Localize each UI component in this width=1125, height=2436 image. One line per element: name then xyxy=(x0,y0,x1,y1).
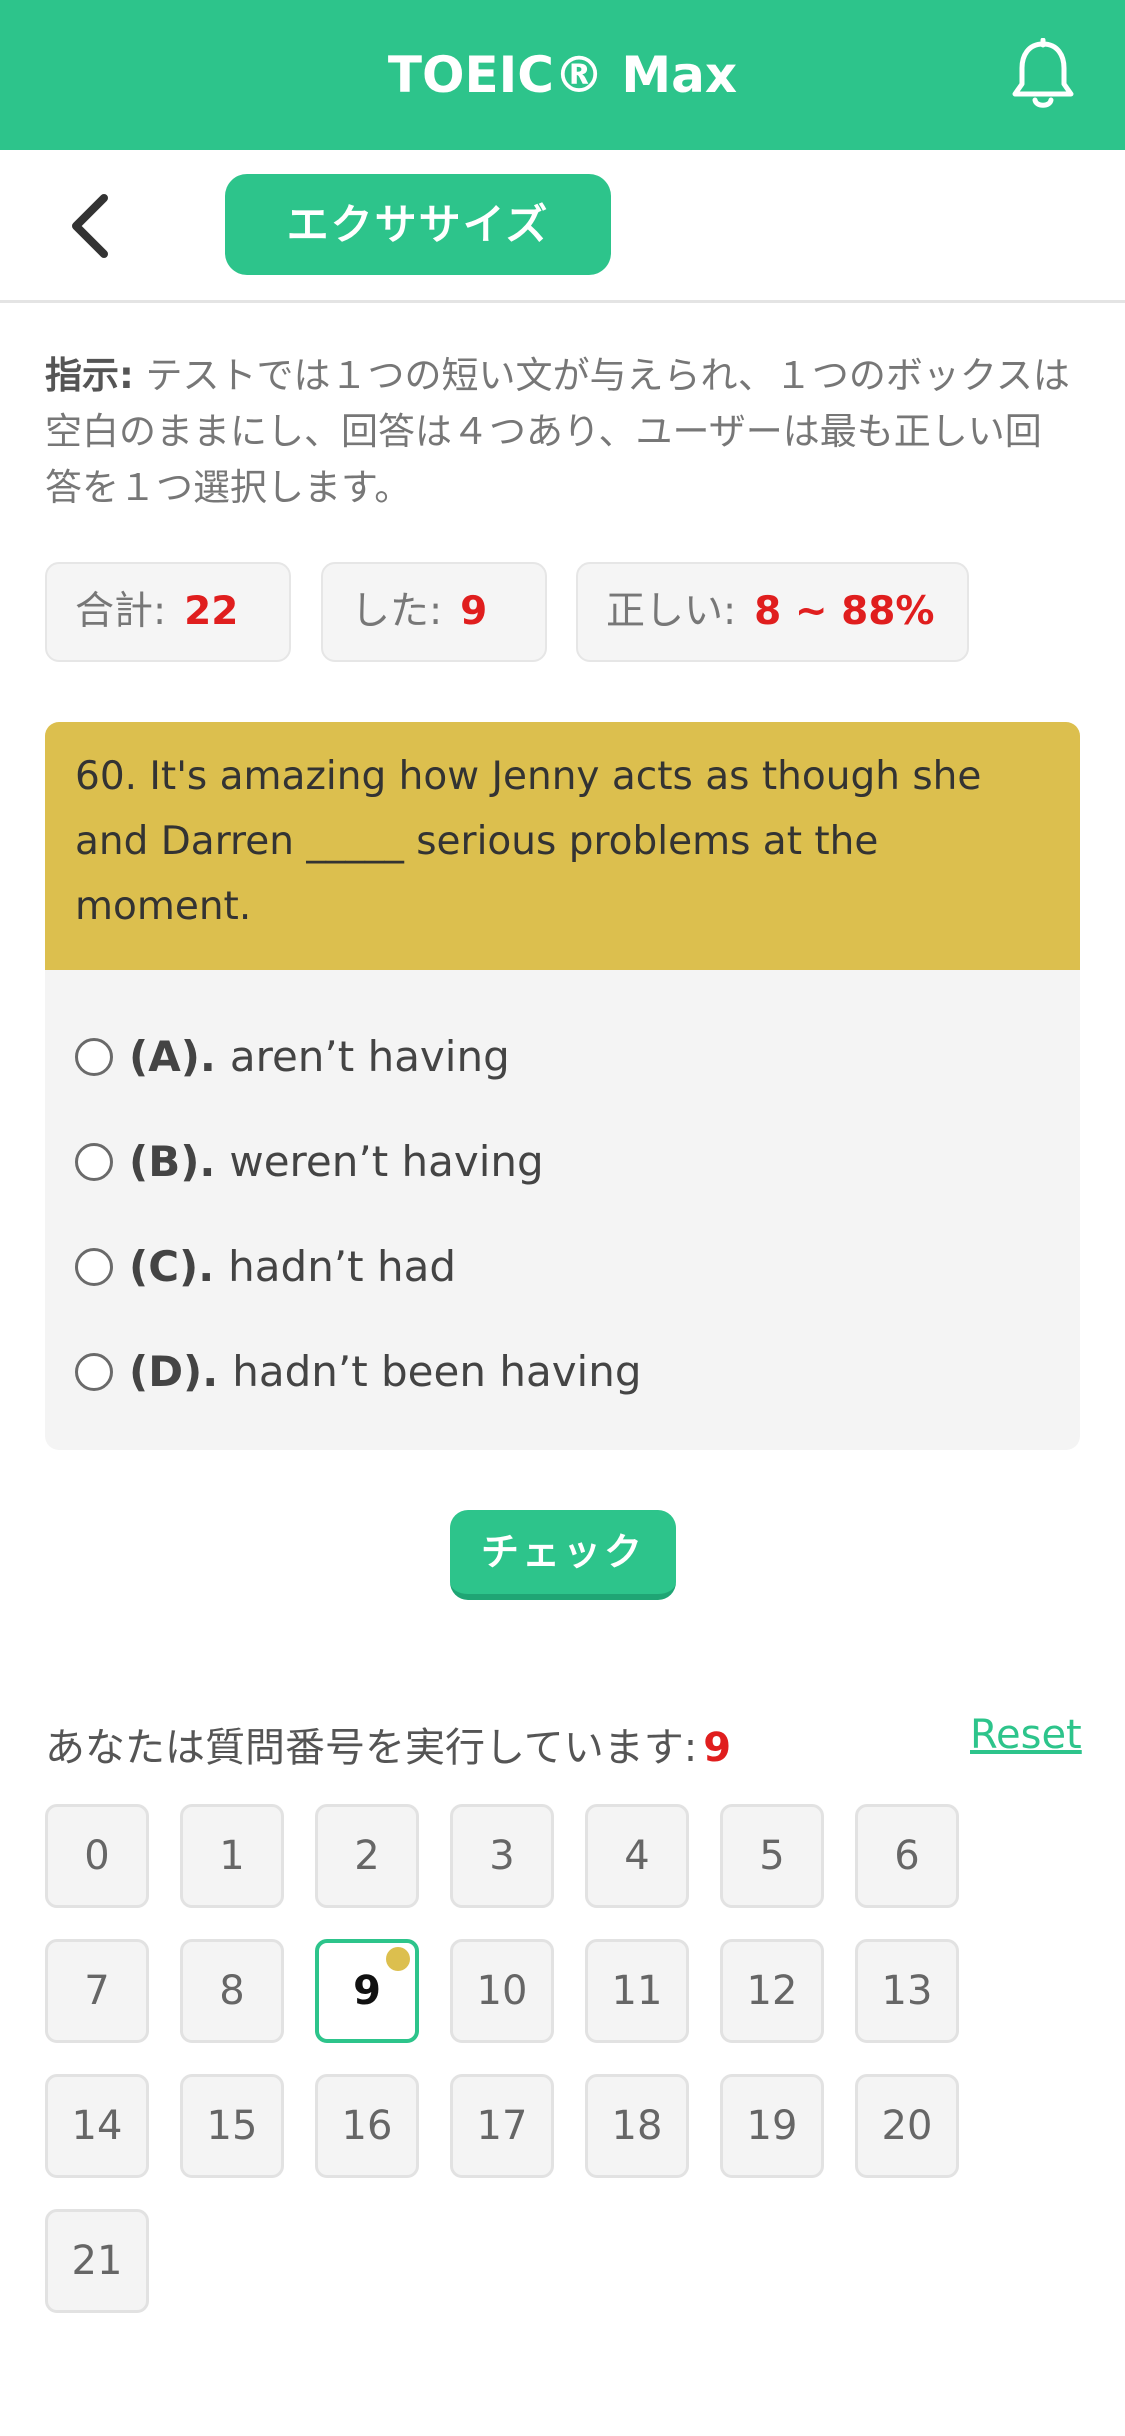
radio-icon[interactable] xyxy=(75,1247,113,1286)
question-number-button[interactable]: 3 xyxy=(450,1804,554,1908)
instructions-text: テストでは１つの短い文が与えられ、１つのボックスは空白のままにし、回答は４つあり… xyxy=(45,354,1070,509)
answer-options: (A). aren’t having (B). weren’t having (C)… xyxy=(45,970,1080,1450)
progress-text: あなたは質問番号を実行しています: xyxy=(45,1725,698,1771)
option-text: aren’t having xyxy=(229,1032,510,1081)
current-indicator-dot xyxy=(386,1947,410,1971)
check-button[interactable]: チェック xyxy=(450,1510,676,1600)
question-number-label: 0 xyxy=(84,1833,110,1879)
radio-icon[interactable] xyxy=(75,1037,113,1076)
question-number-label: 13 xyxy=(881,1968,933,2014)
option-text: hadn’t had xyxy=(228,1242,456,1291)
option-a[interactable]: (A). aren’t having xyxy=(75,1022,510,1092)
option-d[interactable]: (D). hadn’t been having xyxy=(75,1337,642,1407)
stat-correct-value: 8 ~ 88% xyxy=(754,589,935,634)
question-number-button[interactable]: 17 xyxy=(450,2074,554,2178)
question-number-label: 12 xyxy=(746,1968,798,2014)
sub-header: エクササイズ xyxy=(0,150,1125,303)
exercise-button[interactable]: エクササイズ xyxy=(225,174,611,275)
back-arrow-icon[interactable] xyxy=(62,190,122,262)
question-number-button[interactable]: 7 xyxy=(45,1939,149,2043)
option-key: (A). xyxy=(129,1032,216,1081)
stat-done: した: 9 xyxy=(321,562,547,662)
stat-total-label: 合計: xyxy=(75,589,167,634)
question-number-label: 11 xyxy=(611,1968,663,2014)
radio-icon[interactable] xyxy=(75,1142,113,1181)
question-number-label: 17 xyxy=(476,2103,528,2149)
question-number-label: 20 xyxy=(881,2103,933,2149)
question-number-button[interactable]: 11 xyxy=(585,1939,689,2043)
question-number-label: 19 xyxy=(746,2103,798,2149)
question-number-label: 3 xyxy=(489,1833,515,1879)
question-number-button[interactable]: 16 xyxy=(315,2074,419,2178)
question-number-button[interactable]: 0 xyxy=(45,1804,149,1908)
radio-icon[interactable] xyxy=(75,1352,113,1391)
question-number-button[interactable]: 19 xyxy=(720,2074,824,2178)
question-number-button[interactable]: 12 xyxy=(720,1939,824,2043)
question-number-label: 4 xyxy=(624,1833,650,1879)
stat-done-label: した: xyxy=(351,589,443,634)
question-number-label: 9 xyxy=(353,1968,381,2014)
stat-correct-label: 正しい: xyxy=(606,589,737,634)
app-title: TOEIC® Max xyxy=(387,46,738,104)
option-key: (D). xyxy=(129,1347,219,1396)
question-number-label: 14 xyxy=(71,2103,123,2149)
question-number-button[interactable]: 21 xyxy=(45,2209,149,2313)
question-text: 60. It's amazing how Jenny acts as thoug… xyxy=(45,722,1080,970)
instructions: 指示: テストでは１つの短い文が与えられ、１つのボックスは空白のままにし、回答は… xyxy=(45,348,1075,516)
option-key: (B). xyxy=(129,1137,216,1186)
option-c[interactable]: (C). hadn’t had xyxy=(75,1232,456,1302)
stat-total-value: 22 xyxy=(184,589,239,634)
question-number-button[interactable]: 5 xyxy=(720,1804,824,1908)
question-number-label: 18 xyxy=(611,2103,663,2149)
question-number-button[interactable]: 18 xyxy=(585,2074,689,2178)
instructions-label: 指示: xyxy=(45,354,134,397)
question-number-label: 2 xyxy=(354,1833,380,1879)
reset-link[interactable]: Reset xyxy=(970,1712,1082,1758)
stat-total: 合計: 22 xyxy=(45,562,291,662)
stat-done-value: 9 xyxy=(460,589,488,634)
question-number-button[interactable]: 13 xyxy=(855,1939,959,2043)
bell-icon[interactable] xyxy=(1008,38,1078,113)
question-number-label: 1 xyxy=(219,1833,245,1879)
app-bar: TOEIC® Max xyxy=(0,0,1125,150)
question-number-label: 8 xyxy=(219,1968,245,2014)
question-number-label: 10 xyxy=(476,1968,528,2014)
question-number-button[interactable]: 1 xyxy=(180,1804,284,1908)
question-number-button[interactable]: 2 xyxy=(315,1804,419,1908)
option-text: hadn’t been having xyxy=(232,1347,642,1396)
question-number-label: 7 xyxy=(84,1968,110,2014)
question-number-label: 15 xyxy=(206,2103,258,2149)
question-number-button[interactable]: 14 xyxy=(45,2074,149,2178)
question-number-button[interactable]: 10 xyxy=(450,1939,554,2043)
progress-label: あなたは質問番号を実行しています: 9 xyxy=(45,1715,731,1773)
question-number-button[interactable]: 8 xyxy=(180,1939,284,2043)
option-b[interactable]: (B). weren’t having xyxy=(75,1127,544,1197)
question-number-button[interactable]: 9 xyxy=(315,1939,419,2043)
question-number-label: 6 xyxy=(894,1833,920,1879)
stat-correct: 正しい: 8 ~ 88% xyxy=(576,562,969,662)
current-question-number: 9 xyxy=(703,1725,732,1771)
question-number-button[interactable]: 4 xyxy=(585,1804,689,1908)
question-number-label: 5 xyxy=(759,1833,785,1879)
option-key: (C). xyxy=(129,1242,215,1291)
question-number-label: 16 xyxy=(341,2103,393,2149)
option-text: weren’t having xyxy=(229,1137,544,1186)
question-number-button[interactable]: 15 xyxy=(180,2074,284,2178)
question-number-button[interactable]: 20 xyxy=(855,2074,959,2178)
question-number-button[interactable]: 6 xyxy=(855,1804,959,1908)
question-number-label: 21 xyxy=(71,2238,123,2284)
